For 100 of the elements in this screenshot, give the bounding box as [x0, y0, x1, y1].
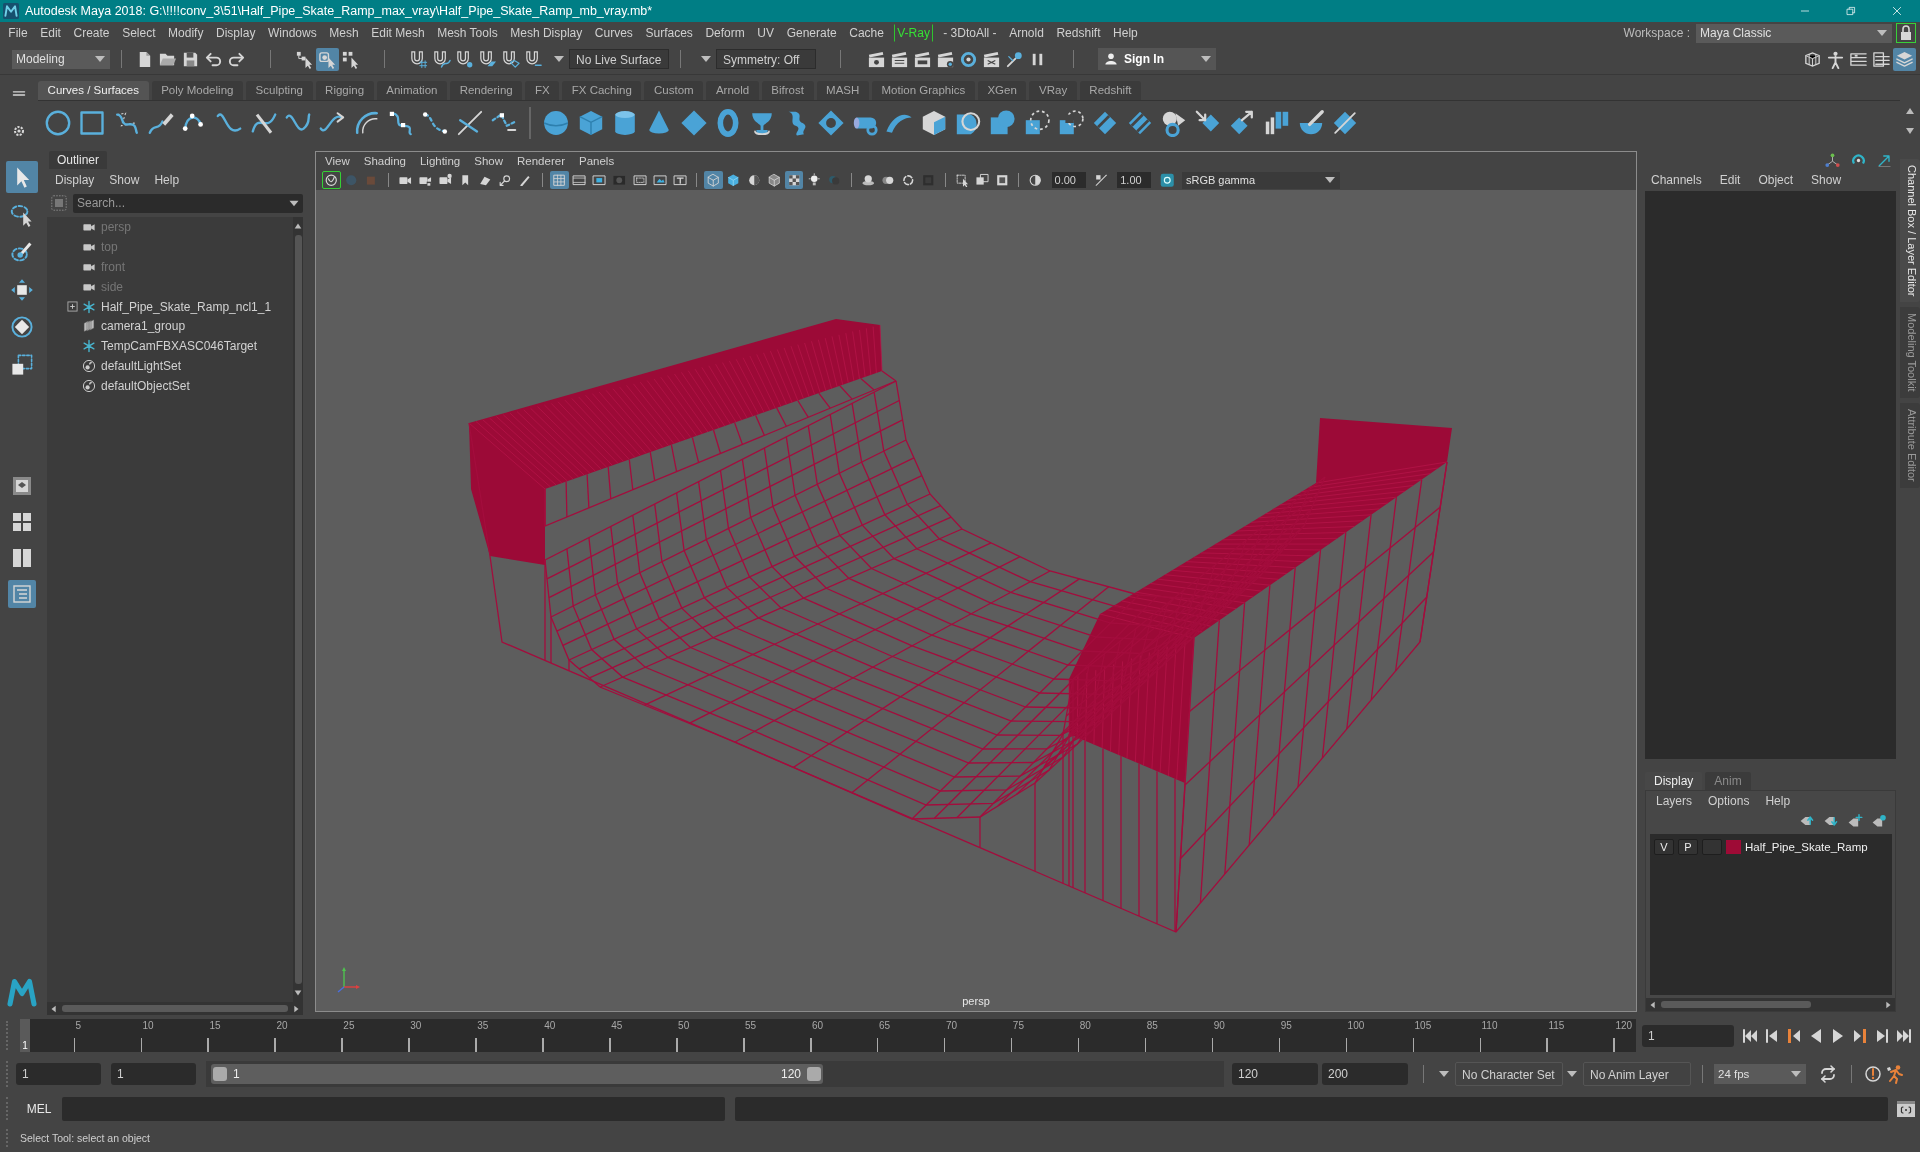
start-time-field[interactable]: 1: [16, 1063, 101, 1085]
range-handle[interactable]: [213, 1067, 227, 1081]
time-slider[interactable]: 5 10 15 20 25 30 35 40 45 50 55 60 65 70 75 80 85 90 95 100 105 110 115 120 1: [20, 1019, 1636, 1052]
menu-item[interactable]: Edit: [33, 25, 68, 41]
circle-icon[interactable]: [43, 108, 73, 138]
grid-icon[interactable]: [550, 170, 569, 190]
add-layer-icon[interactable]: [1847, 813, 1863, 829]
lock-icon[interactable]: [1896, 23, 1916, 43]
menu-item[interactable]: Generate: [780, 25, 843, 41]
menu-item[interactable]: UV: [751, 25, 781, 41]
side-tab[interactable]: Attribute Editor: [1900, 403, 1920, 488]
menu-item[interactable]: Help: [1106, 25, 1145, 41]
shelf-tab[interactable]: Arnold: [706, 81, 759, 100]
exposure-field[interactable]: 0.00: [1051, 172, 1086, 188]
current-frame-field[interactable]: 1: [1642, 1024, 1734, 1047]
shelf-tab[interactable]: Poly Modeling: [151, 81, 243, 100]
menu-item[interactable]: Redshift: [1050, 25, 1107, 41]
menu-item[interactable]: Show: [474, 155, 503, 167]
menu-item[interactable]: Cache: [842, 25, 891, 41]
manipulator-icon[interactable]: [1825, 152, 1840, 168]
scrollbar-thumb[interactable]: [294, 235, 302, 984]
expand-icon[interactable]: [67, 301, 78, 312]
range-slider-bar[interactable]: 1 120: [211, 1064, 823, 1084]
caret-icon[interactable]: [1438, 1069, 1450, 1079]
object-select-icon[interactable]: [316, 47, 339, 71]
playhead[interactable]: 1: [20, 1019, 30, 1052]
end-time-field[interactable]: 200: [1322, 1063, 1408, 1085]
caret-icon[interactable]: [700, 54, 712, 64]
horizontal-scrollbar[interactable]: [1646, 998, 1895, 1011]
menu-item[interactable]: Mesh Display: [503, 25, 589, 41]
menu-item[interactable]: Edit: [1719, 173, 1741, 187]
add-selected-layer-icon[interactable]: [1871, 813, 1887, 829]
menu-item[interactable]: Edit Mesh: [364, 25, 431, 41]
scrollbar-thumb[interactable]: [1661, 1001, 1811, 1008]
gamma-field[interactable]: 1.00: [1117, 172, 1152, 188]
menu-item[interactable]: Modify: [161, 25, 210, 41]
viewport-canvas[interactable]: persp: [316, 190, 1636, 1011]
outliner-item[interactable]: Half_Pipe_Skate_Ramp_ncl1_1: [101, 299, 272, 314]
wireframe-cube-icon[interactable]: [704, 170, 723, 190]
outliner-item[interactable]: camera1_group: [101, 319, 186, 334]
caret-icon[interactable]: [553, 54, 565, 64]
outliner-item[interactable]: defaultLightSet: [101, 359, 182, 374]
sign-in-button[interactable]: Sign In: [1098, 48, 1216, 70]
menu-item[interactable]: Create: [67, 25, 116, 41]
scroll-right-icon[interactable]: [1883, 999, 1893, 1010]
menu-item[interactable]: - 3DtoAll -: [936, 25, 1003, 41]
shelf-tab[interactable]: Curves / Surfaces: [38, 81, 149, 100]
menu-item[interactable]: View: [325, 155, 350, 167]
layers-icon[interactable]: [1893, 47, 1916, 71]
character-set-field[interactable]: No Character Set: [1455, 1062, 1563, 1086]
menu-item[interactable]: Display: [55, 173, 95, 187]
shelf-tab[interactable]: FX: [525, 81, 560, 100]
running-figure-icon[interactable]: [1885, 1064, 1905, 1084]
shelf-tab[interactable]: Bifrost: [761, 81, 814, 100]
scroll-down-icon[interactable]: [293, 988, 303, 998]
range-handle[interactable]: [807, 1067, 821, 1081]
outliner-item[interactable]: defaultObjectSet: [101, 379, 190, 394]
menu-item[interactable]: Deform: [699, 25, 752, 41]
search-field[interactable]: Search...: [73, 193, 285, 213]
live-surface-field[interactable]: No Live Surface: [569, 49, 669, 69]
scroll-up-icon[interactable]: [293, 221, 303, 231]
menu-item[interactable]: Shading: [363, 155, 406, 167]
menu-item[interactable]: Display: [209, 25, 262, 41]
scroll-left-icon[interactable]: [49, 1003, 59, 1014]
menu-item[interactable]: Panels: [578, 155, 615, 167]
menu-item[interactable]: File: [2, 25, 34, 41]
script-language-button[interactable]: MEL: [20, 1101, 58, 1116]
shelf-tab[interactable]: Redshift: [1079, 81, 1142, 100]
menu-item[interactable]: Mesh Tools: [430, 25, 504, 41]
shelf-tab[interactable]: Sculpting: [246, 81, 313, 100]
menu-item[interactable]: Show: [109, 173, 140, 187]
scroll-right-icon[interactable]: [291, 1003, 301, 1014]
range-end-field[interactable]: 120: [1232, 1063, 1318, 1085]
menu-item[interactable]: Renderer: [517, 155, 565, 167]
outliner-item[interactable]: TempCamFBXASC046Target: [101, 339, 258, 354]
workspace-dropdown[interactable]: Maya Classic: [1696, 23, 1892, 43]
layer-editor-tab[interactable]: Anim: [1705, 772, 1751, 790]
side-tab[interactable]: Modeling Toolkit: [1900, 307, 1920, 399]
loop-icon[interactable]: [1818, 1064, 1838, 1084]
horizontal-scrollbar[interactable]: [47, 1002, 303, 1015]
command-field[interactable]: [62, 1096, 725, 1121]
shelf-tab[interactable]: Rigging: [315, 81, 374, 100]
menu-item[interactable]: Help: [1765, 794, 1791, 808]
fps-dropdown[interactable]: 24 fps: [1714, 1064, 1806, 1084]
auto-key-icon[interactable]: [1863, 1064, 1883, 1084]
menu-item[interactable]: Curves: [588, 25, 640, 41]
shelf-tab[interactable]: Animation: [376, 81, 448, 100]
menu-item[interactable]: Object: [1758, 173, 1794, 187]
close-icon[interactable]: [1891, 5, 1903, 17]
symmetry-dropdown[interactable]: Symmetry: Off: [716, 49, 816, 69]
diagonal-arrow-icon[interactable]: [1877, 152, 1892, 168]
visibility-toggle[interactable]: V: [1654, 839, 1674, 855]
menu-item[interactable]: Mesh: [322, 25, 365, 41]
script-editor-icon[interactable]: [1896, 1098, 1916, 1119]
menu-item[interactable]: Select: [115, 25, 162, 41]
shelf-tab[interactable]: VRay: [1029, 81, 1077, 100]
vertical-scrollbar[interactable]: [293, 217, 303, 1002]
checker-icon[interactable]: [784, 170, 804, 190]
menu-item[interactable]: Show: [1811, 173, 1842, 187]
scroll-left-icon[interactable]: [1648, 999, 1658, 1010]
